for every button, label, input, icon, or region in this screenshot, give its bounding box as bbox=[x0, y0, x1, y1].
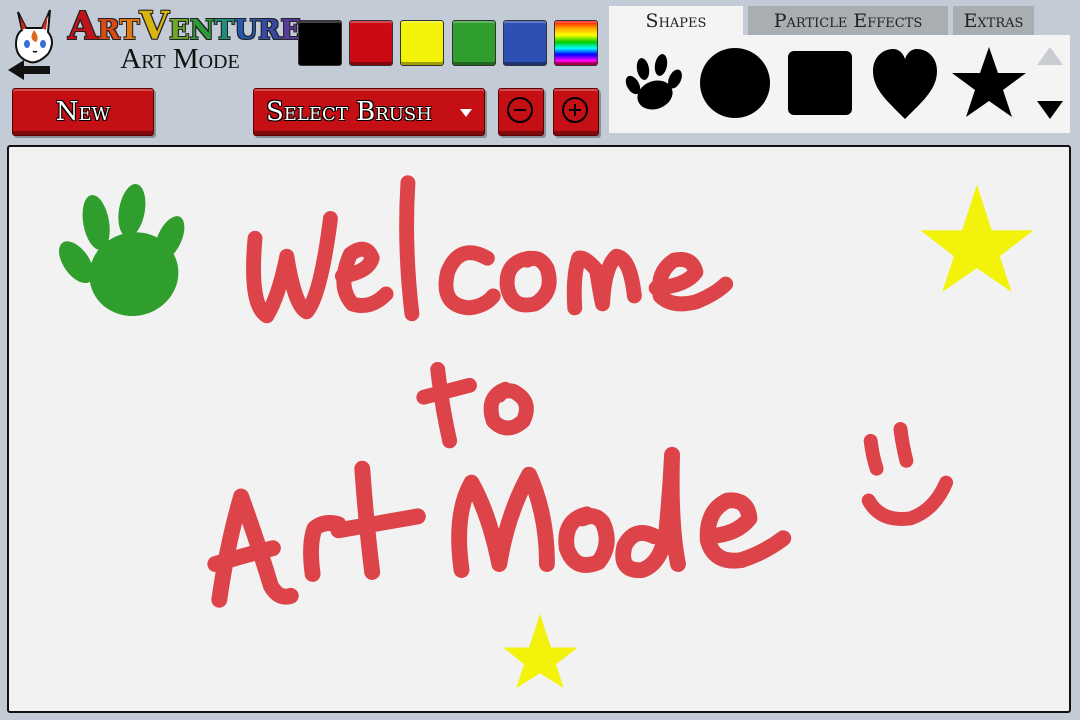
welcome-strokes bbox=[246, 175, 734, 324]
yellow-star-small bbox=[503, 613, 578, 689]
minus-icon bbox=[507, 97, 533, 123]
logo-letter: A bbox=[68, 3, 98, 48]
heart-shape[interactable] bbox=[867, 45, 943, 125]
circle-shape[interactable] bbox=[697, 45, 773, 125]
back-arrow-icon[interactable] bbox=[8, 60, 52, 80]
smiley-face-strokes bbox=[861, 422, 954, 526]
square-shape[interactable] bbox=[781, 45, 857, 125]
star-shape[interactable] bbox=[951, 45, 1027, 125]
color-swatch-yellow[interactable] bbox=[400, 20, 444, 66]
plus-icon bbox=[562, 97, 588, 123]
green-paw-print bbox=[59, 184, 185, 317]
increase-size-button[interactable] bbox=[553, 88, 599, 136]
scroll-up-arrow-icon[interactable] bbox=[1037, 47, 1063, 65]
select-brush-label: Select Brush bbox=[266, 97, 432, 127]
color-swatch-red[interactable] bbox=[349, 20, 393, 66]
logo-letter: r bbox=[257, 3, 281, 48]
paw-print-shape[interactable] bbox=[615, 45, 691, 125]
tab-particle-effects[interactable]: Particle Effects bbox=[748, 6, 948, 36]
art-mode-strokes bbox=[207, 446, 792, 608]
color-swatch-black[interactable] bbox=[298, 20, 342, 66]
chevron-down-icon bbox=[460, 109, 472, 117]
decrease-size-button[interactable] bbox=[498, 88, 544, 136]
color-swatch-blue[interactable] bbox=[503, 20, 547, 66]
app-logo-subtitle: Art Mode bbox=[120, 43, 240, 75]
yellow-star-large bbox=[920, 184, 1034, 292]
tab-extras[interactable]: Extras bbox=[953, 6, 1034, 36]
color-swatch-green[interactable] bbox=[452, 20, 496, 66]
select-brush-button[interactable]: Select Brush bbox=[253, 88, 485, 136]
tab-shapes[interactable]: Shapes bbox=[609, 6, 743, 36]
shapes-panel bbox=[609, 35, 1070, 133]
to-strokes bbox=[416, 361, 534, 449]
new-button[interactable]: New bbox=[12, 88, 154, 136]
drawing-canvas[interactable] bbox=[7, 145, 1071, 713]
scroll-down-arrow-icon[interactable] bbox=[1037, 101, 1063, 119]
color-swatch-rainbow[interactable] bbox=[554, 20, 598, 66]
